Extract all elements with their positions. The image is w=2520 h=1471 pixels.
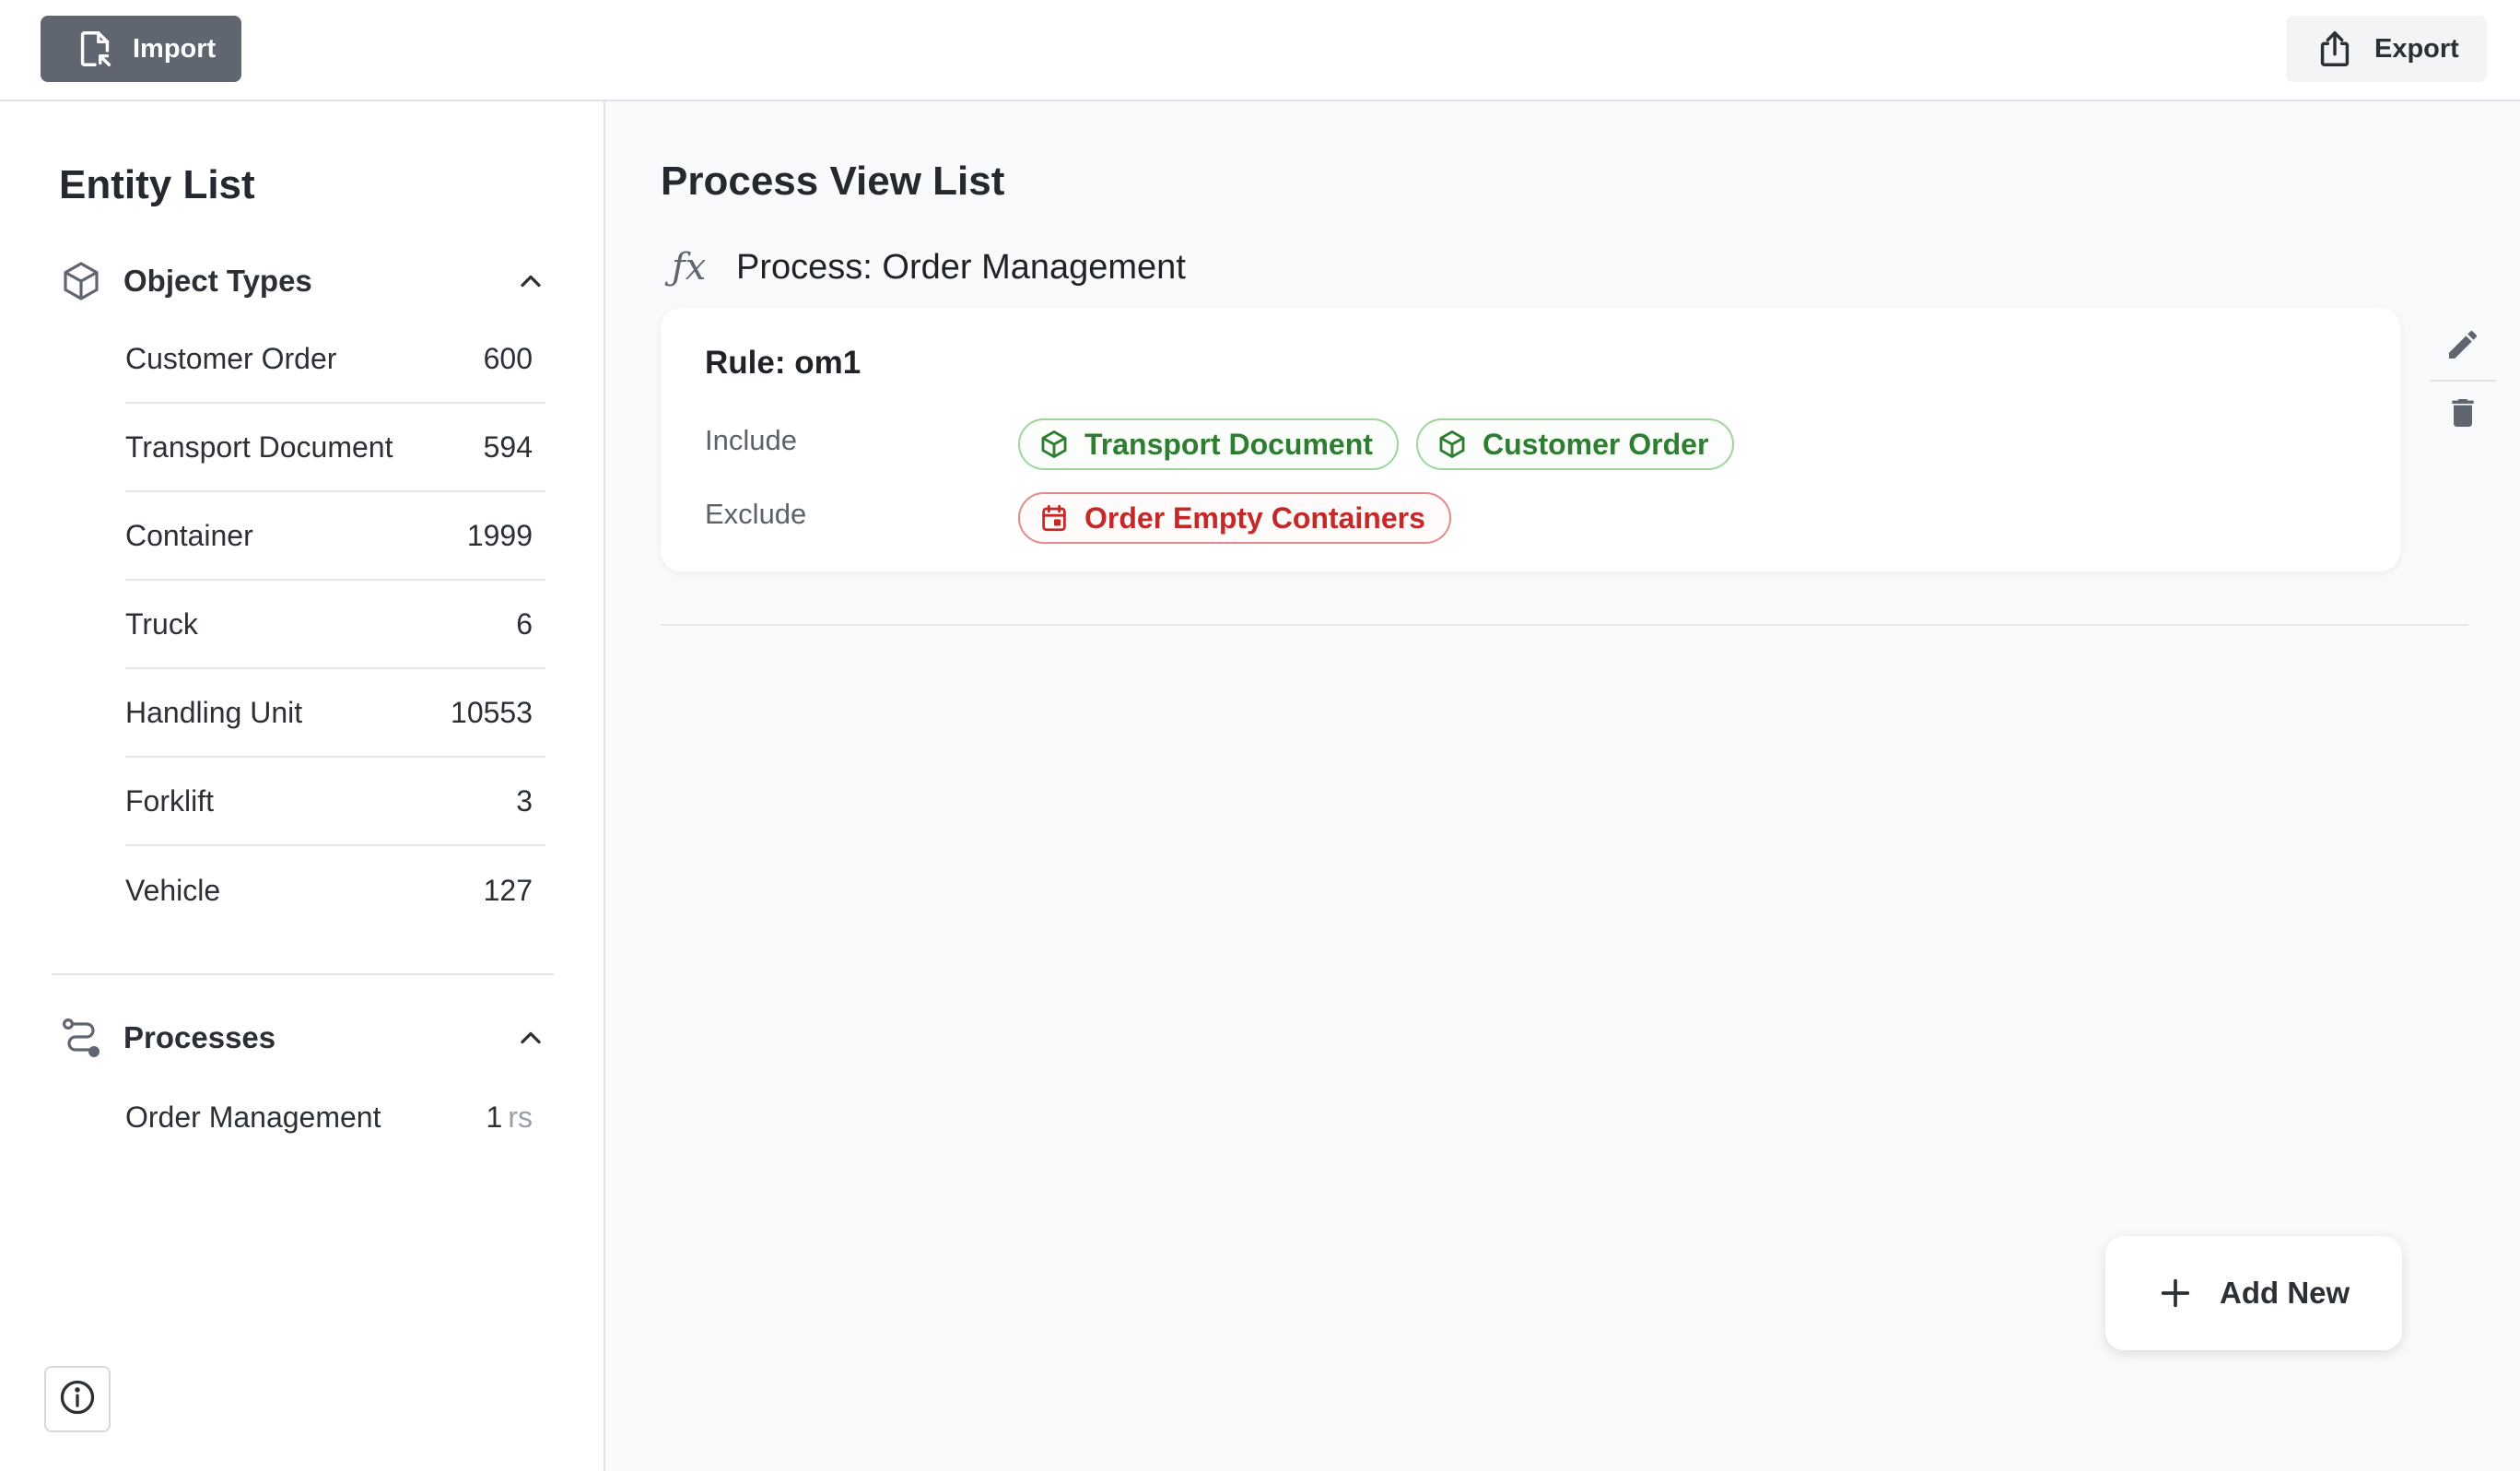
exclude-chip-order-empty-containers[interactable]: Order Empty Containers (1018, 492, 1451, 544)
delete-button[interactable] (2430, 382, 2496, 448)
object-type-count: 594 (483, 430, 533, 464)
plus-icon (2157, 1275, 2194, 1312)
processes-label: Processes (123, 1020, 276, 1054)
import-button-label: Import (133, 33, 217, 64)
object-type-item[interactable]: Truck 6 (125, 581, 545, 669)
fx-icon: ƒx (672, 246, 707, 288)
export-button-label: Export (2374, 33, 2459, 64)
process-title: Process: Order Management (736, 247, 1186, 287)
exclude-chip-label: Order Empty Containers (1084, 500, 1425, 535)
processes-list: Order Management 1 rs (125, 1073, 545, 1161)
edit-button[interactable] (2430, 313, 2496, 380)
object-type-name: Handling Unit (125, 695, 303, 729)
info-button[interactable] (44, 1366, 111, 1432)
object-type-count: 10553 (451, 695, 533, 729)
calendar-event-icon (1038, 502, 1070, 534)
export-button[interactable]: Export (2286, 16, 2487, 82)
process-count-suffix: rs (508, 1100, 533, 1134)
process-count-wrap: 1 rs (486, 1100, 533, 1135)
cube-icon (59, 259, 103, 303)
include-chip-transport-document[interactable]: Transport Document (1018, 418, 1399, 470)
process-count: 1 (486, 1100, 503, 1134)
object-type-count: 3 (516, 783, 533, 818)
object-type-count: 6 (516, 606, 533, 641)
process-view-panel: Process View List ƒx Process: Order Mana… (605, 101, 2520, 1471)
include-chip-customer-order[interactable]: Customer Order (1416, 418, 1735, 470)
object-type-item[interactable]: Transport Document 594 (125, 404, 545, 492)
import-button[interactable]: Import (41, 16, 241, 82)
add-new-button[interactable]: Add New (2105, 1236, 2402, 1350)
processes-section-header[interactable]: Processes (59, 1010, 547, 1065)
top-toolbar: Import Export (0, 0, 2520, 101)
entity-sidebar: Entity List Object Types Customer Order … (0, 101, 605, 1471)
route-icon (59, 1016, 103, 1060)
process-item[interactable]: Order Management 1 rs (125, 1073, 545, 1161)
object-type-name: Transport Document (125, 430, 393, 464)
process-divider (661, 624, 2468, 626)
object-type-name: Truck (125, 606, 198, 641)
cube-icon (1436, 429, 1468, 460)
file-import-icon (74, 28, 116, 70)
cube-icon (1038, 429, 1070, 460)
chevron-up-icon[interactable] (514, 1021, 547, 1054)
object-type-item[interactable]: Vehicle 127 (125, 846, 545, 935)
trash-icon (2444, 394, 2481, 436)
sidebar-divider (52, 973, 554, 975)
process-header: ƒx Process: Order Management (672, 240, 1186, 295)
share-export-icon (2314, 28, 2356, 70)
chevron-up-icon[interactable] (514, 265, 547, 298)
info-icon (57, 1377, 98, 1422)
rule-card: Rule: om1 Include Transport Document Cus… (661, 308, 2400, 571)
object-type-item[interactable]: Handling Unit 10553 (125, 669, 545, 758)
object-type-item[interactable]: Customer Order 600 (125, 315, 545, 404)
include-chip-label: Customer Order (1483, 427, 1709, 461)
page-title: Process View List (661, 159, 1005, 204)
pencil-icon (2444, 326, 2481, 368)
add-new-label: Add New (2220, 1276, 2350, 1310)
process-name: Order Management (125, 1100, 381, 1134)
object-type-count: 1999 (466, 518, 533, 552)
object-type-name: Forklift (125, 783, 214, 818)
object-type-name: Customer Order (125, 341, 337, 375)
object-types-section-header[interactable]: Object Types (59, 253, 547, 309)
exclude-label: Exclude (705, 498, 807, 530)
object-type-name: Container (125, 518, 253, 552)
include-label: Include (705, 424, 797, 456)
sidebar-title: Entity List (59, 162, 255, 207)
object-types-label: Object Types (123, 264, 312, 298)
object-types-list: Customer Order 600 Transport Document 59… (125, 315, 545, 935)
rule-actions (2430, 313, 2496, 448)
object-type-count: 127 (483, 873, 533, 907)
include-chip-label: Transport Document (1084, 427, 1373, 461)
object-type-name: Vehicle (125, 873, 221, 907)
object-type-count: 600 (483, 341, 533, 375)
rule-title: Rule: om1 (705, 345, 861, 381)
object-type-item[interactable]: Container 1999 (125, 492, 545, 581)
object-type-item[interactable]: Forklift 3 (125, 758, 545, 846)
